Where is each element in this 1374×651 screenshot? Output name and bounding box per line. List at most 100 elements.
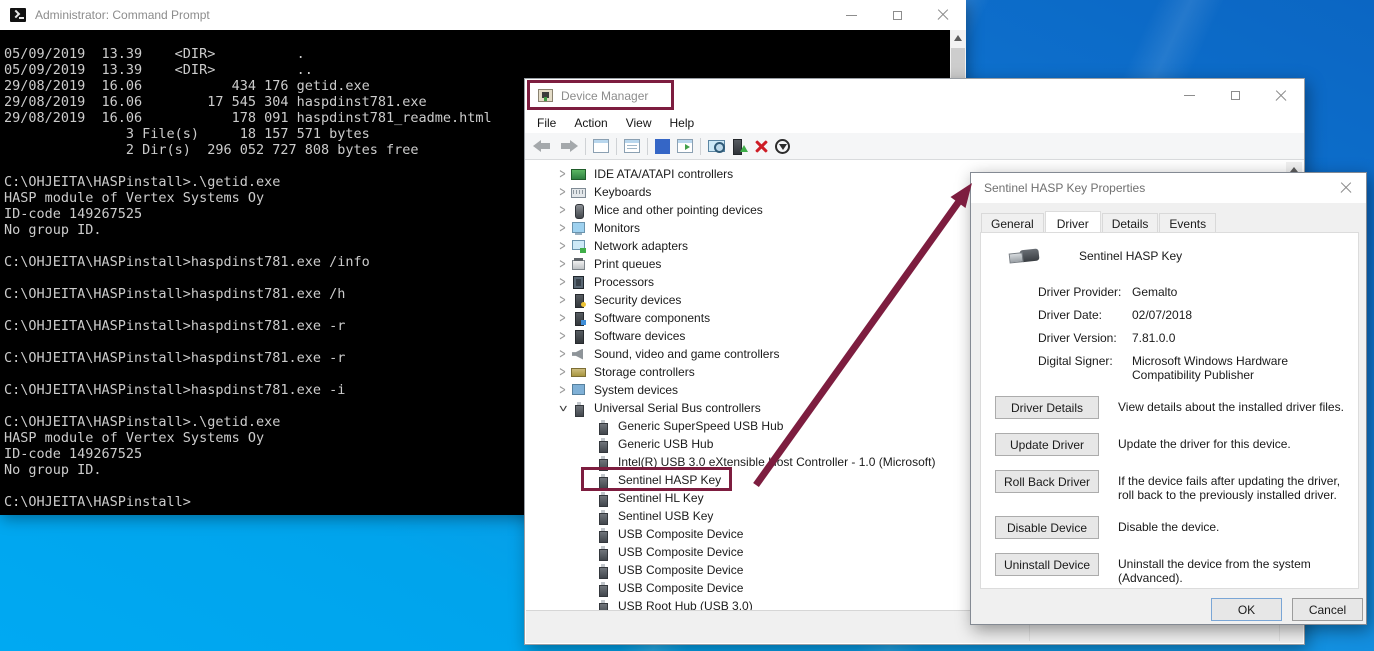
tree-item-label: System devices	[592, 383, 680, 397]
back-icon[interactable]	[533, 140, 552, 152]
update-driver-icon[interactable]	[732, 139, 748, 153]
uninstall-device-icon[interactable]	[755, 140, 768, 153]
tree-item-label: USB Composite Device	[616, 545, 745, 559]
chevron-icon[interactable]	[554, 385, 571, 396]
ok-button[interactable]: OK	[1211, 598, 1282, 621]
keyboard-icon	[571, 186, 586, 199]
usb-icon	[595, 420, 610, 433]
driver-action-row: Driver Details View details about the in…	[995, 396, 1358, 419]
driver-action-row: Update Driver Update the driver for this…	[995, 433, 1358, 456]
chevron-icon[interactable]	[554, 313, 571, 324]
field-value: 7.81.0.0	[1132, 331, 1350, 345]
uninstall-device-button[interactable]: Uninstall Device	[995, 553, 1099, 576]
driver-actions: Driver Details View details about the in…	[995, 396, 1358, 585]
tree-item-label: Generic SuperSpeed USB Hub	[616, 419, 785, 433]
close-icon	[937, 9, 949, 21]
usb-icon	[595, 438, 610, 451]
tree-item-label: Sound, video and game controllers	[592, 347, 781, 361]
show-console-tree-icon[interactable]	[593, 139, 609, 153]
tree-item-label: Network adapters	[592, 239, 690, 253]
tree-item-label: Software devices	[592, 329, 687, 343]
scan-hardware-changes-icon[interactable]	[708, 140, 725, 152]
forward-icon[interactable]	[559, 140, 578, 152]
action-description: Update the driver for this device.	[1118, 433, 1356, 451]
chevron-icon[interactable]	[554, 295, 571, 306]
system-device-icon	[571, 384, 586, 397]
command-prompt-icon	[10, 8, 26, 22]
chevron-icon[interactable]	[554, 205, 571, 216]
menu-help[interactable]: Help	[661, 114, 704, 132]
usb-icon	[595, 546, 610, 559]
action-description: Disable the device.	[1118, 516, 1356, 534]
close-button[interactable]	[1258, 79, 1304, 112]
driver-info-row: Driver Version: 7.81.0.0	[1038, 331, 1358, 345]
toolbar-separator[interactable]	[647, 138, 648, 155]
close-icon	[1275, 90, 1287, 102]
driver-action-row: Disable Device Disable the device.	[995, 516, 1358, 539]
software-device-icon	[571, 330, 586, 343]
field-label: Digital Signer:	[1038, 354, 1132, 382]
device-name: Sentinel HASP Key	[1079, 249, 1182, 263]
menu-action[interactable]: Action	[565, 114, 616, 132]
chevron-icon[interactable]	[554, 367, 571, 378]
maximize-button[interactable]	[874, 0, 920, 30]
chevron-icon[interactable]	[554, 187, 571, 198]
minimize-icon	[1184, 95, 1195, 96]
usb-icon	[595, 528, 610, 541]
properties-icon[interactable]	[624, 139, 640, 153]
roll-back-driver-button[interactable]: Roll Back Driver	[995, 470, 1099, 493]
minimize-button[interactable]	[1166, 79, 1212, 112]
toolbar-separator[interactable]	[616, 138, 617, 155]
tree-item-label: Storage controllers	[592, 365, 697, 379]
disable-device-button[interactable]: Disable Device	[995, 516, 1099, 539]
toolbar-separator[interactable]	[585, 138, 586, 155]
help-icon[interactable]	[655, 139, 670, 154]
command-prompt-title: Administrator: Command Prompt	[35, 8, 210, 22]
field-value: 02/07/2018	[1132, 308, 1350, 322]
minimize-button[interactable]	[828, 0, 874, 30]
action-description: If the device fails after updating the d…	[1118, 470, 1356, 502]
tree-item-label: USB Composite Device	[616, 563, 745, 577]
menu-view[interactable]: View	[617, 114, 661, 132]
menu-file[interactable]: File	[528, 114, 565, 132]
usb-icon	[571, 402, 586, 415]
driver-tab-page: Sentinel HASP Key Driver Provider: Gemal…	[980, 232, 1359, 589]
tree-item-label: USB Composite Device	[616, 581, 745, 595]
sentinel-hasp-key-properties-dialog: Sentinel HASP Key Properties GeneralDriv…	[970, 172, 1367, 625]
action-pane-icon[interactable]	[677, 139, 693, 153]
scroll-up-icon[interactable]	[954, 35, 962, 41]
mouse-icon	[571, 204, 586, 217]
driver-info-row: Driver Provider: Gemalto	[1038, 285, 1358, 299]
update-driver-button[interactable]: Update Driver	[995, 433, 1099, 456]
driver-details-button[interactable]: Driver Details	[995, 396, 1099, 419]
dialog-titlebar[interactable]: Sentinel HASP Key Properties	[971, 173, 1366, 203]
usb-icon	[595, 492, 610, 505]
printer-icon	[571, 258, 586, 271]
driver-action-row: Uninstall Device Uninstall the device fr…	[995, 553, 1358, 585]
tree-item-label: Print queues	[592, 257, 663, 271]
command-prompt-titlebar[interactable]: Administrator: Command Prompt	[0, 0, 966, 30]
chevron-icon[interactable]	[554, 223, 571, 234]
chevron-icon[interactable]	[554, 169, 571, 180]
tree-item-label: Keyboards	[592, 185, 653, 199]
chevron-icon[interactable]	[554, 259, 571, 270]
chevron-icon[interactable]	[554, 277, 571, 288]
close-button[interactable]	[1326, 173, 1366, 203]
action-description: View details about the installed driver …	[1118, 396, 1356, 414]
chevron-icon[interactable]	[554, 241, 571, 252]
chevron-icon[interactable]	[554, 349, 571, 360]
tree-item-label: Sentinel USB Key	[616, 509, 715, 523]
close-button[interactable]	[920, 0, 966, 30]
maximize-button[interactable]	[1212, 79, 1258, 112]
chevron-icon[interactable]	[554, 403, 571, 414]
chevron-icon[interactable]	[554, 331, 571, 342]
cancel-button[interactable]: Cancel	[1292, 598, 1363, 621]
processor-icon	[571, 276, 586, 289]
tree-item-label: USB Root Hub (USB 3.0)	[616, 599, 755, 610]
disable-device-icon[interactable]	[775, 139, 790, 154]
field-value: Gemalto	[1132, 285, 1350, 299]
tree-item-label: Software components	[592, 311, 712, 325]
toolbar-separator[interactable]	[700, 138, 701, 155]
driver-info-row: Driver Date: 02/07/2018	[1038, 308, 1358, 322]
tree-item-label: Mice and other pointing devices	[592, 203, 765, 217]
